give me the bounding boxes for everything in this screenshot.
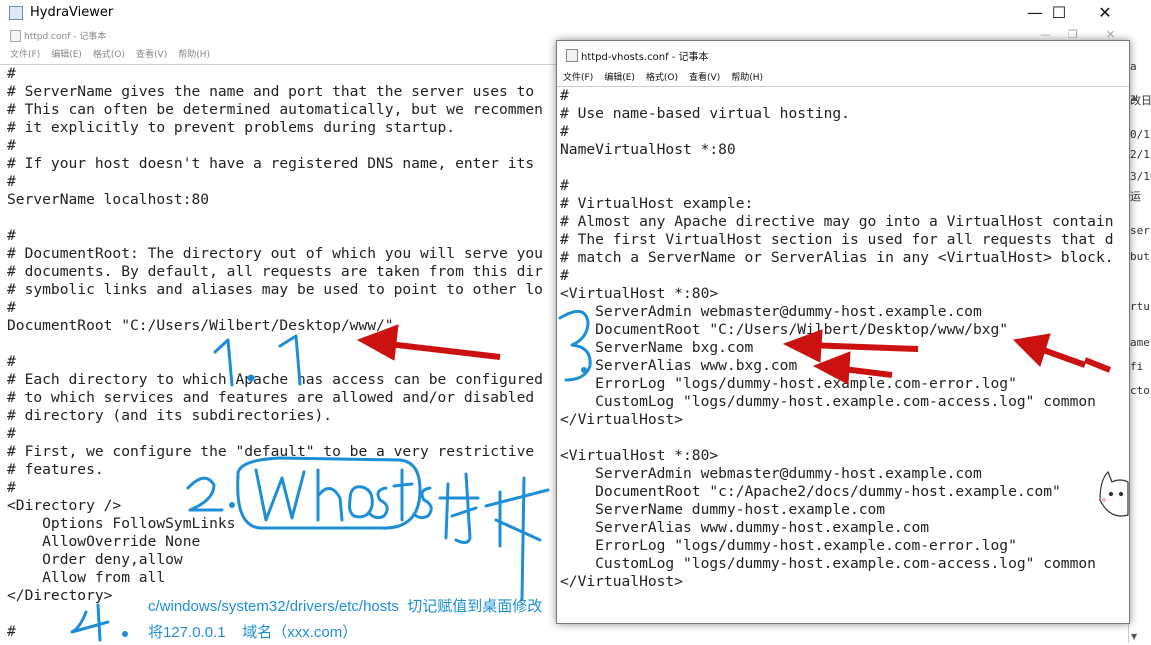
red-arrow-documentroot: [356, 324, 501, 361]
red-arrow-edge: [1083, 357, 1112, 373]
hosts-path-note: c/windows/system32/drivers/etc/hosts 切记赋…: [148, 598, 543, 615]
red-arrow-docroot-vhost: [1012, 333, 1087, 368]
cat-sticker-icon: [1099, 470, 1129, 517]
red-arrow-servername: [782, 329, 919, 363]
handwritten-notes: [70, 310, 592, 642]
scroll-up-icon[interactable]: ▲: [1131, 93, 1137, 102]
hosts-entry-note: 将127.0.0.1 域名（xxx.com）: [148, 624, 358, 641]
annotation-overlay: [70, 310, 1129, 642]
scroll-down-icon[interactable]: ▼: [1131, 632, 1137, 641]
red-arrow-serveralias: [812, 351, 893, 385]
